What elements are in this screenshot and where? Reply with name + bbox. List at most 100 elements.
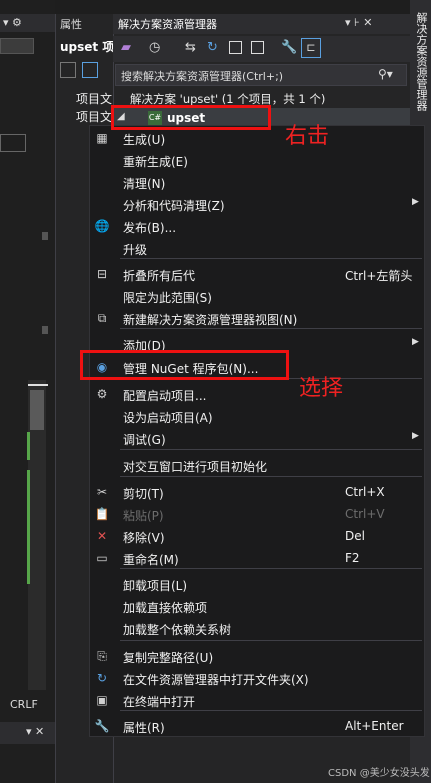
- menu-item[interactable]: 限定为此范围(S): [90, 285, 423, 307]
- submenu-arrow-icon: ▶: [412, 431, 419, 441]
- menu-item[interactable]: ✕ 移除(V) Del: [90, 525, 423, 547]
- menu-item-icon-slot: [94, 288, 110, 304]
- menu-item[interactable]: 重新生成(E): [90, 149, 423, 171]
- menu-item-icon-slot: [94, 240, 110, 256]
- menu-item[interactable]: ⎘ 复制完整路径(U): [90, 645, 423, 667]
- annotation-box-nuget: [80, 350, 289, 380]
- properties-object-name[interactable]: upset 项: [60, 38, 114, 55]
- wrench-icon[interactable]: 🔧: [281, 40, 297, 55]
- menu-item-shortcut: Alt+Enter: [345, 719, 404, 733]
- menu-item[interactable]: 加载直接依赖项: [90, 595, 423, 617]
- menu-item[interactable]: ✂ 剪切(T) Ctrl+X: [90, 481, 423, 503]
- menu-item-label: 卸载项目(L): [123, 579, 188, 593]
- menu-item[interactable]: 升级: [90, 237, 423, 259]
- solution-search-placeholder: 搜索解决方案资源管理器(Ctrl+;): [121, 70, 284, 83]
- watermark: CSDN @美少女没头发: [328, 768, 430, 779]
- annotation-right-click: 右击: [285, 124, 330, 149]
- bottom-panel-controls[interactable]: ▾ ✕: [26, 725, 44, 738]
- menu-item-label: 分析和代码清理(Z): [123, 199, 225, 213]
- menu-item-label: 在终端中打开: [123, 695, 196, 709]
- window-controls[interactable]: ▾ ⊦ ✕: [345, 16, 372, 29]
- menu-item[interactable]: 清理(N): [90, 171, 423, 193]
- submenu-arrow-icon: ▶: [412, 337, 419, 347]
- menu-item-icon-slot: [94, 457, 110, 473]
- menu-item-icon-slot: [94, 408, 110, 424]
- menu-item[interactable]: ⊟ 折叠所有后代 Ctrl+左箭头: [90, 263, 423, 285]
- submenu-arrow-icon: ▶: [412, 197, 419, 207]
- wrench-icon: 🔧: [94, 719, 110, 733]
- menu-item-label: 配置启动项目...: [123, 389, 207, 403]
- editor-dropdown[interactable]: [0, 38, 34, 54]
- menu-separator: [120, 476, 422, 477]
- collapse-icon: ⊟: [96, 267, 108, 281]
- menu-item-label: 重新生成(E): [123, 155, 188, 169]
- build-icon: ▦: [96, 131, 108, 145]
- menu-item-icon-slot: [94, 430, 110, 446]
- show-all-files-icon[interactable]: [251, 41, 264, 54]
- menu-item[interactable]: ▭ 重命名(M) F2: [90, 547, 423, 569]
- menu-item-label: 加载整个依赖关系树: [123, 623, 232, 637]
- menu-item-shortcut: Ctrl+V: [345, 507, 385, 521]
- copy-icon: ⎘: [97, 649, 107, 663]
- menu-item-icon-slot: [94, 174, 110, 190]
- menu-item[interactable]: 对交互窗口进行项目初始化: [90, 454, 423, 476]
- menu-item-label: 在文件资源管理器中打开文件夹(X): [123, 673, 309, 687]
- side-tab-label[interactable]: 解决方案资源管理器: [411, 12, 429, 111]
- globe-icon: 🌐: [94, 219, 110, 233]
- menu-item[interactable]: ▣ 在终端中打开: [90, 689, 423, 711]
- menu-item-icon-slot: [94, 152, 110, 168]
- menu-item[interactable]: 🔧 属性(R) Alt+Enter: [90, 715, 423, 737]
- menu-item[interactable]: 🌐 发布(B)...: [90, 215, 423, 237]
- solution-explorer-title: 解决方案资源管理器: [118, 18, 217, 31]
- menu-item[interactable]: ▦ 生成(U): [90, 127, 423, 149]
- menu-item-label: 限定为此范围(S): [123, 291, 212, 305]
- menu-item-icon-slot: [94, 576, 110, 592]
- vs-icon[interactable]: ▰: [121, 40, 131, 55]
- sync-icon[interactable]: ⇆: [185, 40, 196, 55]
- menu-item-label: 对交互窗口进行项目初始化: [123, 460, 268, 474]
- categorized-icon[interactable]: [60, 62, 76, 78]
- new-view-icon: ⧉: [97, 311, 107, 325]
- menu-separator: [120, 258, 422, 259]
- menu-item-shortcut: Del: [345, 529, 365, 543]
- preview-icon[interactable]: ⊏: [301, 38, 321, 58]
- menu-separator: [120, 710, 422, 711]
- search-icon[interactable]: ⚲▾: [378, 67, 393, 81]
- menu-item[interactable]: 分析和代码清理(Z) ▶: [90, 193, 423, 215]
- property-row[interactable]: 项目文: [76, 108, 112, 125]
- history-icon[interactable]: ◷: [149, 40, 160, 55]
- open-folder-icon: ↻: [96, 671, 108, 685]
- paste-icon: 📋: [94, 507, 110, 521]
- menu-item: 📋 粘贴(P) Ctrl+V: [90, 503, 423, 525]
- menu-item-shortcut: Ctrl+X: [345, 485, 385, 499]
- menu-separator: [120, 640, 422, 641]
- menu-item-label: 调试(G): [123, 433, 166, 447]
- menu-item[interactable]: 调试(G) ▶: [90, 427, 423, 449]
- line-ending-status[interactable]: CRLF: [10, 698, 46, 714]
- menu-item-shortcut: F2: [345, 551, 360, 565]
- menu-item-label: 重命名(M): [123, 553, 179, 567]
- menu-item-icon-slot: [94, 196, 110, 212]
- menu-item-label: 清理(N): [123, 177, 166, 191]
- scroll-marker: [42, 232, 48, 240]
- menu-item[interactable]: ⚙ 配置启动项目...: [90, 383, 423, 405]
- menu-item[interactable]: 设为启动项目(A): [90, 405, 423, 427]
- menu-item[interactable]: 加载整个依赖关系树: [90, 617, 423, 639]
- menu-separator: [120, 449, 422, 450]
- solution-explorer-toolbar: ▰ ◷ ⇆ ↻ 🔧 ⊏: [113, 36, 410, 62]
- alphabetical-icon[interactable]: [82, 62, 98, 78]
- annotation-select: 选择: [299, 376, 344, 401]
- collapse-all-icon[interactable]: [229, 41, 242, 54]
- menu-item-icon-slot: [94, 620, 110, 636]
- scrollbar-thumb[interactable]: [30, 390, 44, 430]
- menu-item[interactable]: ⧉ 新建解决方案资源管理器视图(N): [90, 307, 423, 329]
- menu-item-label: 设为启动项目(A): [123, 411, 213, 425]
- properties-tab[interactable]: 属性: [60, 16, 82, 32]
- panel-controls[interactable]: ▾ ⚙: [3, 16, 22, 29]
- menu-item[interactable]: ↻ 在文件资源管理器中打开文件夹(X): [90, 667, 423, 689]
- gear-icon: ⚙: [96, 387, 108, 401]
- menu-item-label: 复制完整路径(U): [123, 651, 214, 665]
- property-row[interactable]: 项目文: [76, 90, 112, 107]
- refresh-icon[interactable]: ↻: [207, 40, 218, 55]
- menu-item[interactable]: 卸载项目(L): [90, 573, 423, 595]
